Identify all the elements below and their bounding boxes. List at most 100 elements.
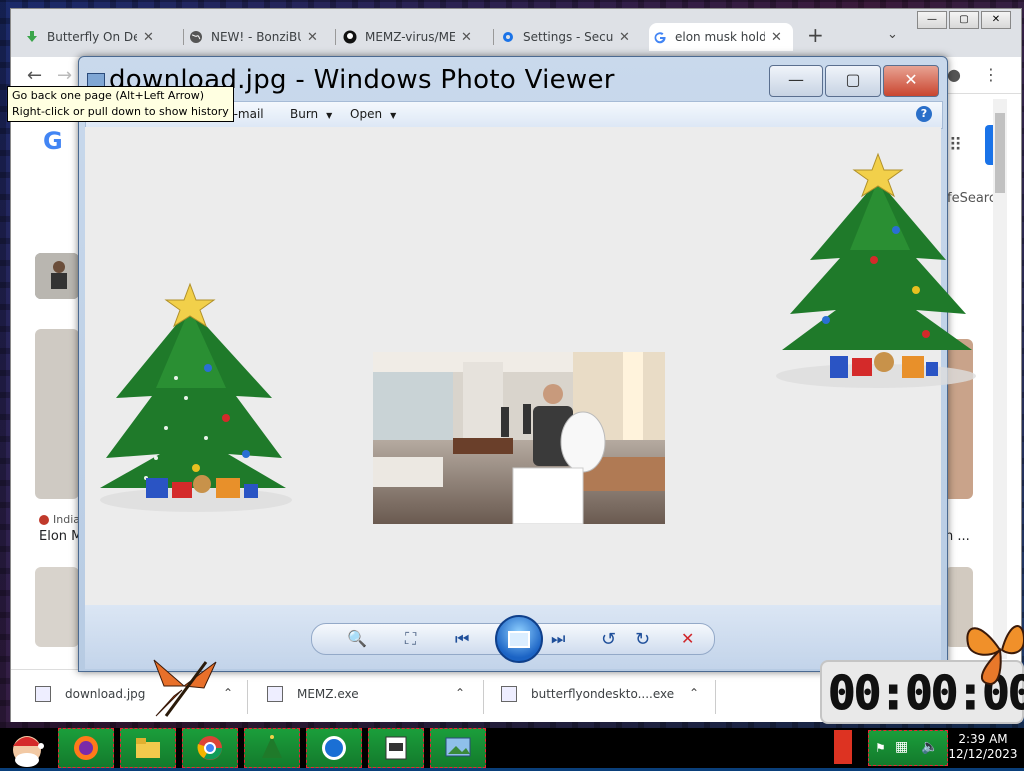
download-item[interactable]: download.jpg xyxy=(35,686,145,702)
butterfly-right xyxy=(966,625,1024,686)
github-icon xyxy=(343,30,357,44)
taskbar-clock[interactable]: 2:39 AM 12/12/2023 xyxy=(948,732,1018,762)
taskbar-photo-viewer[interactable] xyxy=(430,728,486,768)
flag-icon[interactable]: ⚑ xyxy=(875,741,886,755)
tree-icon xyxy=(262,735,282,758)
tab-elon-search[interactable]: elon musk holdin ✕ xyxy=(649,23,793,51)
close-button[interactable]: ✕ xyxy=(981,11,1011,29)
taskbar-file-explorer[interactable] xyxy=(120,728,176,768)
tab-separator xyxy=(493,29,494,45)
tab-memz[interactable]: MEMZ-virus/MEI ✕ xyxy=(339,23,489,51)
burn-label: Burn xyxy=(290,107,319,121)
close-button[interactable]: ✕ xyxy=(883,65,939,97)
taskbar-bonzi[interactable] xyxy=(306,728,362,768)
tab-title: MEMZ-virus/MEI xyxy=(365,30,455,44)
google-logo: G xyxy=(43,127,63,155)
page-scrollbar[interactable] xyxy=(993,99,1007,659)
tab-title: NEW! - BonziBUI xyxy=(211,30,301,44)
chevron-up-icon[interactable]: ⌃ xyxy=(689,686,699,700)
dropdown-arrow-icon: ▼ xyxy=(326,111,333,120)
burn-menu[interactable]: Burn ▼ xyxy=(290,107,332,121)
slideshow-button[interactable] xyxy=(495,615,543,663)
maximize-button[interactable]: ▢ xyxy=(825,65,881,97)
santa-start-icon xyxy=(13,736,44,767)
tab-bonzibuddy[interactable]: NEW! - BonziBUI ✕ xyxy=(185,23,331,51)
dropdown-arrow-icon: ▼ xyxy=(390,111,397,120)
tab-settings[interactable]: Settings - Securi ✕ xyxy=(497,23,645,51)
minimize-button[interactable]: — xyxy=(769,65,823,97)
tab-strip: Butterfly On Des ✕ NEW! - BonziBUI ✕ MEM… xyxy=(11,9,1021,57)
network-icon[interactable]: ▦ xyxy=(895,739,908,755)
open-menu[interactable]: Open ▼ xyxy=(350,107,396,121)
tab-close-icon[interactable]: ✕ xyxy=(619,30,630,45)
photo-image xyxy=(373,352,665,524)
browser-window-controls: — ▢ ✕ xyxy=(915,11,1011,29)
photo-viewer-icon xyxy=(445,737,471,757)
christmas-tree-left xyxy=(100,282,292,512)
tab-separator xyxy=(183,29,184,45)
shelf-separator xyxy=(483,680,484,714)
result-image-bottom-left[interactable] xyxy=(35,567,79,647)
chevron-up-icon[interactable]: ⌃ xyxy=(455,686,465,700)
delete-button[interactable]: ✕ xyxy=(681,629,694,648)
tab-title: elon musk holdin xyxy=(675,30,765,44)
tab-butterfly[interactable]: Butterfly On Des ✕ xyxy=(21,23,181,51)
slideshow-icon xyxy=(508,630,530,648)
taskbar-chrome[interactable] xyxy=(182,728,238,768)
shelf-separator xyxy=(715,680,716,714)
displayed-photo xyxy=(373,352,665,524)
maximize-button[interactable]: ▢ xyxy=(949,11,979,29)
result-image-left[interactable] xyxy=(35,329,79,499)
download-name: MEMZ.exe xyxy=(297,687,359,701)
tab-close-icon[interactable]: ✕ xyxy=(143,30,154,45)
taskbar-xmas-tree-app[interactable] xyxy=(244,728,300,768)
minimize-button[interactable]: — xyxy=(917,11,947,29)
thumbnail-image[interactable] xyxy=(35,253,79,299)
taskbar: ⚑ ▦ 🔈 2:39 AM 12/12/2023 xyxy=(0,728,1024,768)
zoom-icon[interactable]: 🔍 xyxy=(347,629,367,648)
chevron-up-icon[interactable]: ⌃ xyxy=(223,686,233,700)
download-name: download.jpg xyxy=(65,687,146,701)
back-button-tooltip: Go back one page (Alt+Left Arrow) Right-… xyxy=(7,86,234,122)
scrollbar-thumb[interactable] xyxy=(995,113,1005,193)
open-label: Open xyxy=(350,107,383,121)
tab-close-icon[interactable]: ✕ xyxy=(307,30,318,45)
folder-icon xyxy=(136,738,160,758)
profile-icon[interactable]: ● xyxy=(947,65,961,84)
google-icon xyxy=(654,32,666,44)
fit-to-window-icon[interactable]: ⛶ xyxy=(405,629,416,649)
back-button[interactable]: ← xyxy=(27,65,42,86)
result-title-right[interactable]: n ... xyxy=(945,529,970,544)
menu-icon[interactable]: ⋮ xyxy=(983,65,999,84)
start-button[interactable] xyxy=(4,728,50,768)
thumbnail-photo xyxy=(35,253,79,299)
result-title-left[interactable]: Elon M xyxy=(39,529,82,544)
tooltip-line: Right-click or pull down to show history xyxy=(12,105,229,118)
download-item[interactable]: butterflyondeskto....exe xyxy=(501,686,674,702)
exe-file-icon xyxy=(267,686,283,702)
tab-close-icon[interactable]: ✕ xyxy=(771,30,782,45)
volume-icon[interactable]: 🔈 xyxy=(921,739,938,755)
download-item[interactable]: MEMZ.exe xyxy=(267,686,359,702)
taskbar-firefox[interactable] xyxy=(58,728,114,768)
rotate-cw-button[interactable]: ↻ xyxy=(635,629,650,650)
source-icon xyxy=(39,514,49,525)
tooltip-line: Go back one page (Alt+Left Arrow) xyxy=(12,89,205,102)
next-button[interactable]: ⏭ xyxy=(551,629,565,649)
chrome-icon xyxy=(197,736,222,760)
shelf-separator xyxy=(247,680,248,714)
taskbar-memz[interactable] xyxy=(368,728,424,768)
new-tab-button[interactable]: + xyxy=(807,23,824,47)
tab-search-icon[interactable]: ⌄ xyxy=(887,27,898,42)
download-name: butterflyondeskto....exe xyxy=(531,687,675,701)
rotate-ccw-button[interactable]: ↺ xyxy=(601,629,616,650)
globe-icon xyxy=(190,31,202,43)
forward-button[interactable]: → xyxy=(57,65,72,86)
butterfly-left xyxy=(153,659,217,717)
download-icon xyxy=(27,31,37,42)
help-icon[interactable]: ? xyxy=(916,106,932,122)
shield-icon xyxy=(322,736,346,760)
notification-marker xyxy=(834,730,852,764)
tab-close-icon[interactable]: ✕ xyxy=(461,30,472,45)
previous-button[interactable]: ⏮ xyxy=(455,629,469,649)
